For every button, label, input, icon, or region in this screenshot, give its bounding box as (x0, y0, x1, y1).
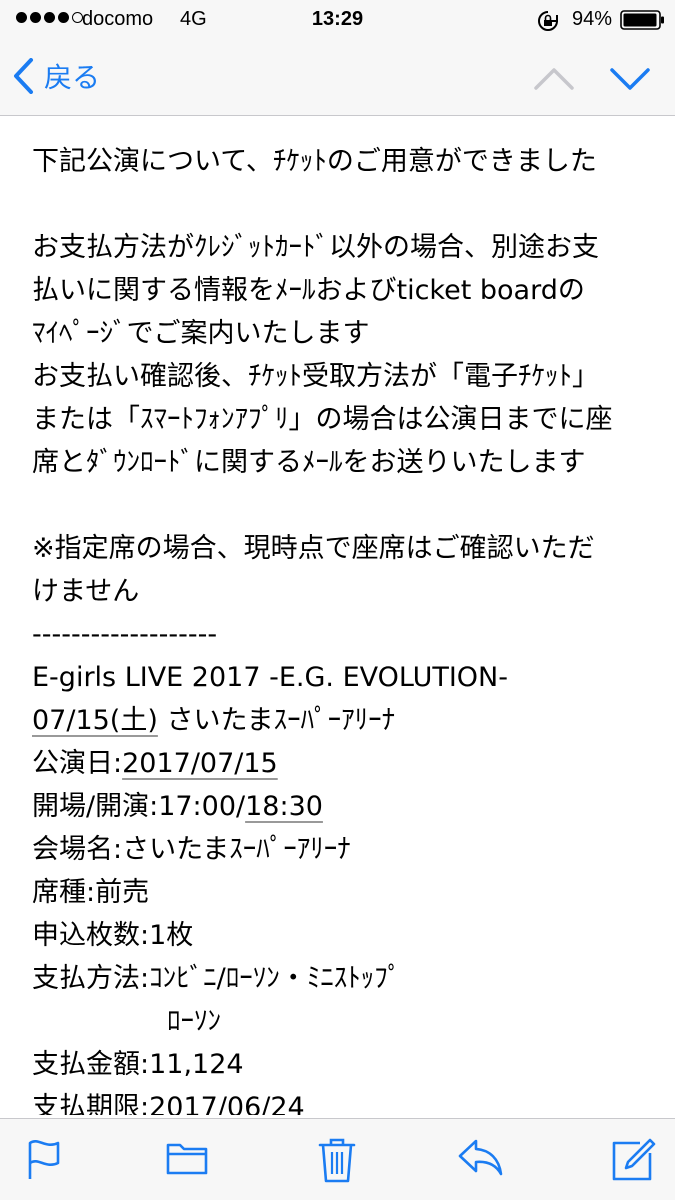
bottom-toolbar (0, 1118, 675, 1200)
venue-line: 会場名:さいたまｽｰﾊﾟｰｱﾘｰﾅ (32, 834, 351, 865)
orientation-lock-icon (536, 9, 560, 39)
chevron-left-icon (14, 58, 33, 94)
flag-icon[interactable] (26, 1137, 62, 1185)
navigation-bar: 戻る (0, 40, 675, 116)
separator-line: ------------------- (32, 619, 218, 650)
payment-deadline-label: 支払期限: (32, 1092, 150, 1115)
back-button-label: 戻る (44, 61, 101, 94)
email-body: 下記公演について、ﾁｹｯﾄのご用意ができました お支払方法がｸﾚｼﾞｯﾄｶｰﾄﾞ… (32, 140, 652, 1115)
quantity-line: 申込枚数:1枚 (32, 920, 194, 951)
show-date-label: 公演日: (32, 748, 123, 779)
folder-icon[interactable] (166, 1137, 208, 1181)
event-title: E-girls LIVE 2017 -E.G. EVOLUTION- (32, 662, 508, 693)
start-time-link[interactable]: 18:30 (245, 791, 323, 822)
show-date-line: 公演日:2017/07/15 (32, 742, 652, 785)
body-line: ※指定席の場合、現時点で座席はご確認いただ (32, 533, 595, 564)
body-line: または「ｽﾏｰﾄﾌｫﾝｱﾌﾟﾘ」の場合は公演日までに座 (32, 404, 613, 435)
open-start-label: 開場/開演:17:00/ (32, 791, 246, 822)
battery-icon (620, 10, 666, 36)
body-line: 払いに関する情報をﾒｰﾙおよびticket boardの (32, 275, 585, 306)
event-date-line: 07/15(土) さいたまｽｰﾊﾟｰｱﾘｰﾅ (32, 699, 652, 742)
body-line: お支払方法がｸﾚｼﾞｯﾄｶｰﾄﾞ以外の場合、別途お支 (32, 232, 599, 263)
event-date-link[interactable]: 07/15(土) (32, 705, 158, 736)
body-line: 席とﾀﾞｳﾝﾛｰﾄﾞに関するﾒｰﾙをお送りいたします (32, 447, 586, 478)
open-start-line: 開場/開演:17:00/18:30 (32, 785, 652, 828)
payment-amount-line: 支払金額:11,124 (32, 1049, 244, 1080)
seat-type-line: 席種:前売 (32, 877, 150, 908)
payment-method-continuation: ﾛｰｿﾝ (167, 1006, 221, 1037)
event-venue-short: さいたまｽｰﾊﾟｰｱﾘｰﾅ (157, 705, 396, 736)
body-line: お支払い確認後、ﾁｹｯﾄ受取方法が「電子ﾁｹｯﾄ」 (32, 361, 599, 392)
compose-icon[interactable] (610, 1137, 656, 1187)
back-button[interactable]: 戻る (12, 54, 100, 98)
body-line: 下記公演について、ﾁｹｯﾄのご用意ができました (32, 146, 597, 177)
next-message-down-icon[interactable] (608, 66, 652, 96)
previous-message-up-icon[interactable] (532, 66, 576, 96)
payment-deadline-line: 支払期限:2017/06/24 (32, 1086, 652, 1115)
body-line: ﾏｲﾍﾟｰｼﾞでご案内いたします (32, 318, 370, 349)
payment-method-line: 支払方法:ｺﾝﾋﾞﾆ/ﾛｰｿﾝ・ﾐﾆｽﾄｯﾌﾟ (32, 963, 402, 994)
status-bar: docomo 4G 13:29 94% (0, 0, 675, 40)
battery-percentage: 94% (572, 8, 613, 30)
trash-icon[interactable] (318, 1137, 356, 1187)
show-date-link[interactable]: 2017/07/15 (122, 748, 278, 779)
reply-icon[interactable] (456, 1137, 504, 1181)
body-line: けません (32, 576, 140, 607)
payment-deadline-link[interactable]: 2017/06/24 (149, 1092, 305, 1115)
